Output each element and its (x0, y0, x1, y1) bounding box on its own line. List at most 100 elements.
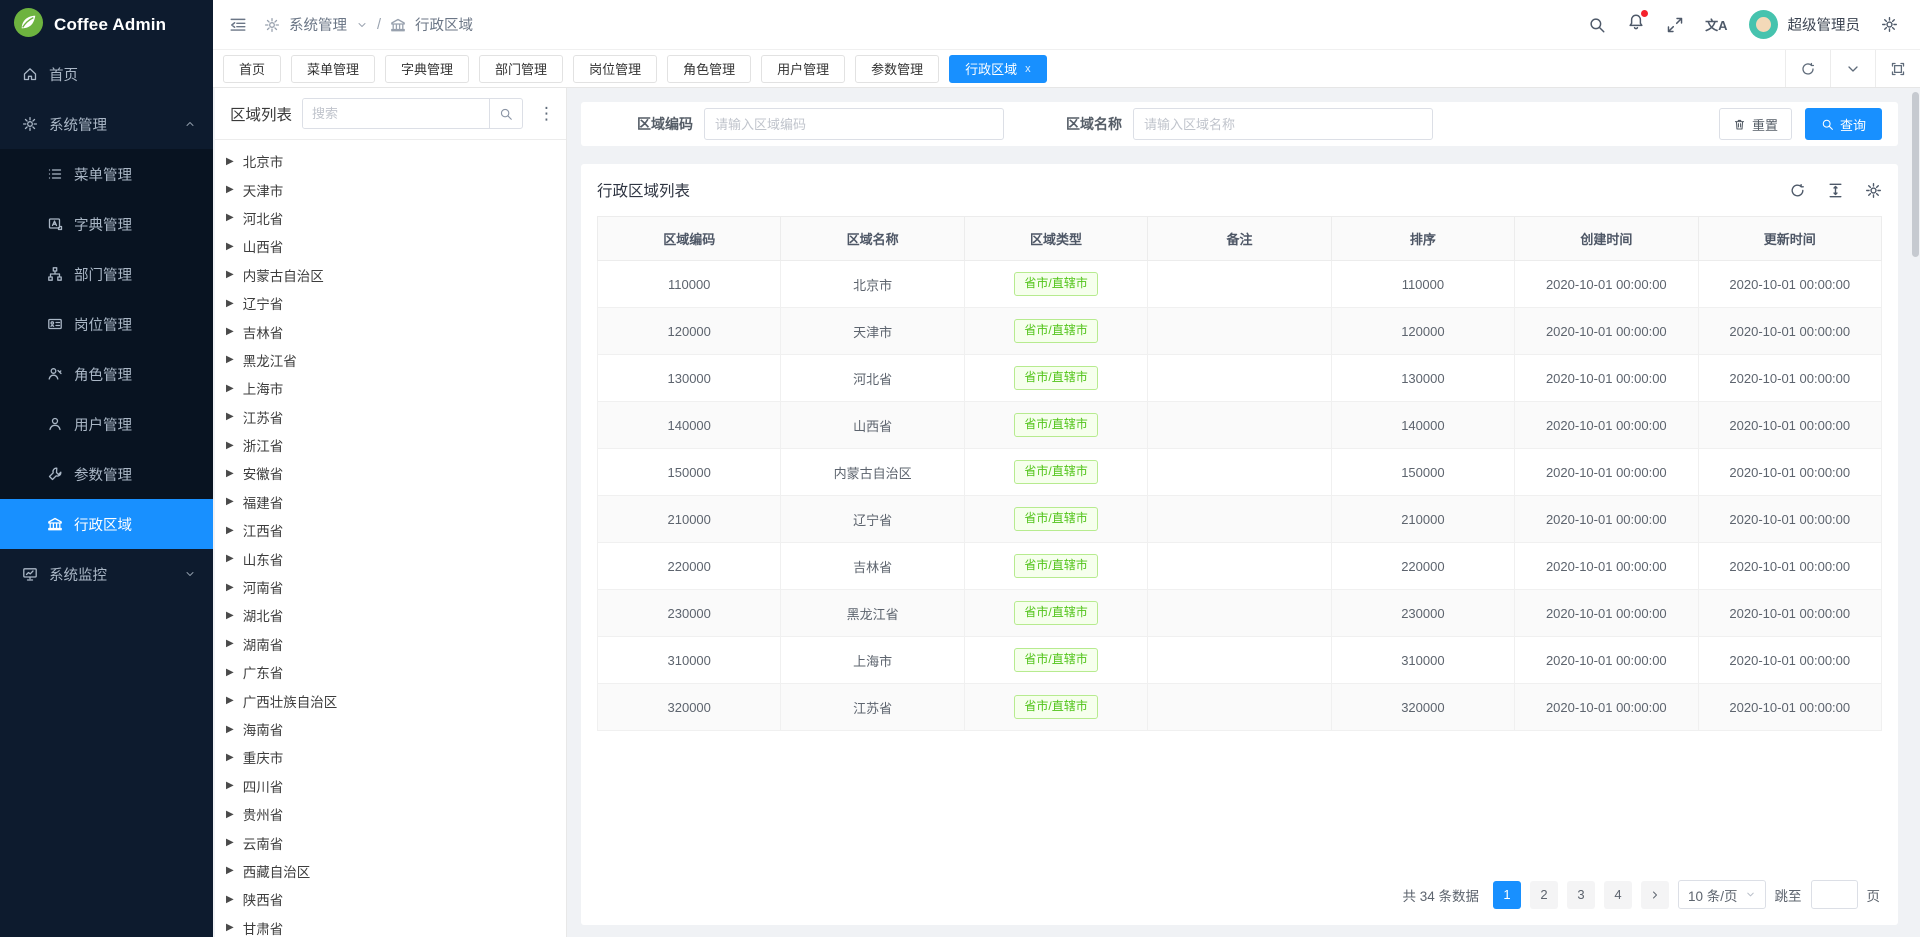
tree-item[interactable]: ▶河北省 (226, 204, 566, 232)
tree-item[interactable]: ▶黑龙江省 (226, 346, 566, 374)
tree-item[interactable]: ▶内蒙古自治区 (226, 261, 566, 289)
tab-region-active[interactable]: 行政区域 x (949, 55, 1047, 83)
sidebar-item-user-mgmt[interactable]: 用户管理 (0, 399, 213, 449)
tab-user-mgmt[interactable]: 用户管理 (761, 55, 845, 83)
maximize-content-button[interactable] (1875, 50, 1920, 87)
column-header[interactable]: 区域名称 (781, 217, 964, 261)
caret-right-icon[interactable]: ▶ (226, 468, 234, 479)
sidebar-item-role-mgmt[interactable]: 角色管理 (0, 349, 213, 399)
caret-right-icon[interactable]: ▶ (226, 440, 234, 451)
refresh-icon[interactable] (1789, 182, 1806, 199)
tree-item[interactable]: ▶重庆市 (226, 743, 566, 771)
tree-item[interactable]: ▶云南省 (226, 828, 566, 856)
tab-post-mgmt[interactable]: 岗位管理 (573, 55, 657, 83)
column-header[interactable]: 排序 (1331, 217, 1514, 261)
sidebar-item-home[interactable]: 首页 (0, 49, 213, 99)
caret-right-icon[interactable]: ▶ (226, 610, 234, 621)
caret-right-icon[interactable]: ▶ (226, 752, 234, 763)
caret-right-icon[interactable]: ▶ (226, 241, 234, 252)
caret-right-icon[interactable]: ▶ (226, 411, 234, 422)
caret-right-icon[interactable]: ▶ (226, 922, 234, 933)
caret-right-icon[interactable]: ▶ (226, 326, 234, 337)
column-header[interactable]: 区域编码 (598, 217, 781, 261)
table-row[interactable]: 120000天津市 省市/直辖市 120000 2020-10-01 00:00… (598, 308, 1882, 355)
table-row[interactable]: 110000北京市 省市/直辖市 110000 2020-10-01 00:00… (598, 261, 1882, 308)
sidebar-item-dict-mgmt[interactable]: 字典管理 (0, 199, 213, 249)
tree-item[interactable]: ▶广西壮族自治区 (226, 686, 566, 714)
close-tab-icon[interactable]: x (1025, 63, 1031, 75)
settings-gear-icon[interactable] (1881, 16, 1898, 33)
tab-param-mgmt[interactable]: 参数管理 (855, 55, 939, 83)
collapse-sidebar-icon[interactable] (229, 16, 247, 34)
caret-right-icon[interactable]: ▶ (226, 212, 234, 223)
table-row[interactable]: 150000内蒙古自治区 省市/直辖市 150000 2020-10-01 00… (598, 449, 1882, 496)
window-scrollbar-thumb[interactable] (1912, 92, 1919, 257)
region-code-input[interactable] (704, 108, 1004, 140)
tab-dept-mgmt[interactable]: 部门管理 (479, 55, 563, 83)
tab-home[interactable]: 首页 (223, 55, 281, 83)
caret-right-icon[interactable]: ▶ (226, 298, 234, 309)
search-icon[interactable] (1588, 16, 1606, 34)
tree-item[interactable]: ▶湖南省 (226, 630, 566, 658)
region-name-input[interactable] (1133, 108, 1433, 140)
tree-item[interactable]: ▶海南省 (226, 715, 566, 743)
table-row[interactable]: 230000黑龙江省 省市/直辖市 230000 2020-10-01 00:0… (598, 590, 1882, 637)
app-logo[interactable]: Coffee Admin (0, 0, 213, 49)
tree-item[interactable]: ▶贵州省 (226, 800, 566, 828)
tree-search-input[interactable] (303, 99, 489, 128)
sidebar-item-post-mgmt[interactable]: 岗位管理 (0, 299, 213, 349)
column-header[interactable]: 备注 (1148, 217, 1331, 261)
tree-item[interactable]: ▶上海市 (226, 374, 566, 402)
sidebar-item-param-mgmt[interactable]: 参数管理 (0, 449, 213, 499)
caret-right-icon[interactable]: ▶ (226, 156, 234, 167)
tree-item[interactable]: ▶安徽省 (226, 459, 566, 487)
fullscreen-icon[interactable] (1666, 16, 1684, 34)
caret-right-icon[interactable]: ▶ (226, 269, 234, 280)
caret-right-icon[interactable]: ▶ (226, 553, 234, 564)
translate-icon[interactable]: 文A (1705, 15, 1727, 34)
tree-item[interactable]: ▶甘肃省 (226, 914, 566, 937)
caret-right-icon[interactable]: ▶ (226, 724, 234, 735)
table-row[interactable]: 140000山西省 省市/直辖市 140000 2020-10-01 00:00… (598, 402, 1882, 449)
page-button-2[interactable]: 2 (1530, 881, 1558, 909)
tree-item[interactable]: ▶河南省 (226, 573, 566, 601)
tree-more-menu-icon[interactable]: ⋮ (533, 105, 560, 122)
sidebar-item-region[interactable]: 行政区域 (0, 499, 213, 549)
caret-right-icon[interactable]: ▶ (226, 894, 234, 905)
caret-right-icon[interactable]: ▶ (226, 383, 234, 394)
row-height-icon[interactable] (1827, 182, 1844, 199)
page-size-select[interactable]: 10 条/页 (1678, 880, 1766, 909)
tree-item[interactable]: ▶陕西省 (226, 885, 566, 913)
table-row[interactable]: 210000辽宁省 省市/直辖市 210000 2020-10-01 00:00… (598, 496, 1882, 543)
tree-item[interactable]: ▶福建省 (226, 488, 566, 516)
tree-item[interactable]: ▶天津市 (226, 175, 566, 203)
tree-item[interactable]: ▶湖北省 (226, 601, 566, 629)
tree-item[interactable]: ▶江西省 (226, 516, 566, 544)
tree-item[interactable]: ▶江苏省 (226, 403, 566, 431)
sidebar-group-monitor[interactable]: 系统监控 (0, 549, 213, 599)
tab-menu-mgmt[interactable]: 菜单管理 (291, 55, 375, 83)
caret-right-icon[interactable]: ▶ (226, 582, 234, 593)
tree-search-button[interactable] (489, 99, 522, 128)
avatar[interactable] (1749, 10, 1778, 39)
table-row[interactable]: 320000江苏省 省市/直辖市 320000 2020-10-01 00:00… (598, 684, 1882, 731)
reset-button[interactable]: 重置 (1719, 108, 1792, 140)
caret-right-icon[interactable]: ▶ (226, 780, 234, 791)
caret-right-icon[interactable]: ▶ (226, 184, 234, 195)
tree-item[interactable]: ▶吉林省 (226, 317, 566, 345)
caret-right-icon[interactable]: ▶ (226, 695, 234, 706)
caret-right-icon[interactable]: ▶ (226, 354, 234, 365)
caret-right-icon[interactable]: ▶ (226, 525, 234, 536)
column-settings-gear-icon[interactable] (1865, 182, 1882, 199)
next-page-button[interactable] (1641, 881, 1669, 909)
caret-right-icon[interactable]: ▶ (226, 638, 234, 649)
sidebar-item-menu-mgmt[interactable]: 菜单管理 (0, 149, 213, 199)
tree-item[interactable]: ▶四川省 (226, 772, 566, 800)
column-header[interactable]: 更新时间 (1698, 217, 1881, 261)
tree-item[interactable]: ▶辽宁省 (226, 289, 566, 317)
refresh-tab-button[interactable] (1785, 50, 1830, 87)
jump-page-input[interactable] (1811, 880, 1858, 909)
tree-item[interactable]: ▶山西省 (226, 232, 566, 260)
sidebar-group-system[interactable]: 系统管理 (0, 99, 213, 149)
tree-item[interactable]: ▶北京市 (226, 147, 566, 175)
